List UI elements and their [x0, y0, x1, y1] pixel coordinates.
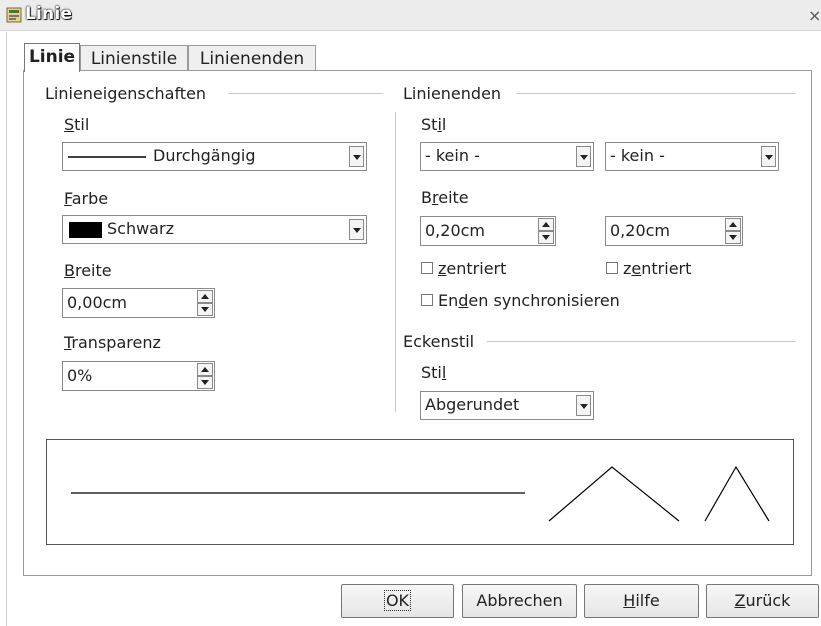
corner-style-select[interactable]: Abgerundet [420, 391, 594, 420]
line-style-value: Durchgängig [153, 146, 256, 165]
chevron-down-icon[interactable] [349, 219, 364, 240]
transparency-value: 0% [67, 366, 93, 385]
tab-linie[interactable]: Linie [24, 43, 80, 72]
style-label: Stil [64, 115, 90, 134]
end-centered-label[interactable]: zentriert [623, 259, 691, 278]
tab-linienenden[interactable]: Linienenden [188, 45, 316, 71]
line-style-preview [68, 156, 146, 158]
corner-style-value: Abgerundet [425, 395, 520, 414]
group-divider [516, 93, 796, 94]
title-bar: Linie × [0, 0, 821, 31]
chevron-down-icon[interactable] [761, 146, 776, 167]
end-centered-checkbox[interactable] [606, 262, 618, 274]
app-icon [6, 7, 22, 23]
column-separator [395, 112, 396, 412]
close-icon[interactable]: × [808, 6, 821, 25]
spin-down-icon[interactable] [725, 231, 741, 244]
spin-up-icon[interactable] [538, 218, 554, 231]
start-style-select[interactable]: - kein - [420, 142, 594, 171]
width-label: Breite [64, 261, 112, 280]
color-swatch [69, 222, 102, 238]
transparency-field[interactable]: 0% [62, 361, 215, 391]
group-title-line-ends: Linienenden [403, 84, 502, 103]
line-style-select[interactable]: Durchgängig [62, 142, 367, 171]
reset-button[interactable]: Zurück [706, 584, 819, 618]
start-centered-label[interactable]: zentriert [438, 259, 506, 278]
window-title: Linie [25, 4, 73, 24]
transparency-label: Transparenz [64, 333, 161, 352]
sync-ends-checkbox[interactable] [421, 294, 433, 306]
help-button[interactable]: Hilfe [584, 584, 699, 618]
line-ends-style-label: Stil [421, 115, 447, 134]
end-width-value: 0,20cm [610, 221, 671, 240]
spin-up-icon[interactable] [197, 290, 213, 303]
color-value: Schwarz [107, 219, 174, 238]
group-title-corner: Eckenstil [403, 332, 475, 351]
ok-button[interactable]: OK [341, 584, 454, 618]
start-centered-checkbox[interactable] [421, 262, 433, 274]
group-divider [228, 93, 383, 94]
start-width-field[interactable]: 0,20cm [420, 216, 556, 246]
group-divider [487, 341, 796, 342]
start-style-value: - kein - [425, 146, 480, 165]
end-style-select[interactable]: - kein - [605, 142, 779, 171]
end-width-field[interactable]: 0,20cm [605, 216, 743, 246]
spin-down-icon[interactable] [197, 303, 213, 316]
ok-button-label: OK [383, 590, 412, 611]
cancel-button[interactable]: Abbrechen [462, 584, 577, 618]
line-ends-width-label: Breite [421, 188, 469, 207]
group-title-line-properties: Linieneigenschaften [45, 84, 207, 103]
line-preview [46, 439, 794, 545]
chevron-down-icon[interactable] [576, 146, 591, 167]
chevron-down-icon[interactable] [349, 146, 364, 167]
start-width-value: 0,20cm [425, 221, 486, 240]
line-width-value: 0,00cm [67, 293, 128, 312]
spin-down-icon[interactable] [538, 231, 554, 244]
spin-up-icon[interactable] [725, 218, 741, 231]
spin-down-icon[interactable] [197, 376, 213, 389]
color-label: Farbe [64, 189, 109, 208]
line-width-field[interactable]: 0,00cm [62, 288, 215, 318]
color-select[interactable]: Schwarz [62, 215, 367, 244]
sync-ends-label[interactable]: Enden synchronisieren [438, 291, 620, 310]
spin-up-icon[interactable] [197, 363, 213, 376]
corner-style-label: Stil [421, 363, 447, 382]
preview-lines [71, 465, 770, 522]
chevron-down-icon[interactable] [576, 395, 591, 416]
end-style-value: - kein - [610, 146, 665, 165]
tab-linienstile[interactable]: Linienstile [80, 45, 188, 71]
